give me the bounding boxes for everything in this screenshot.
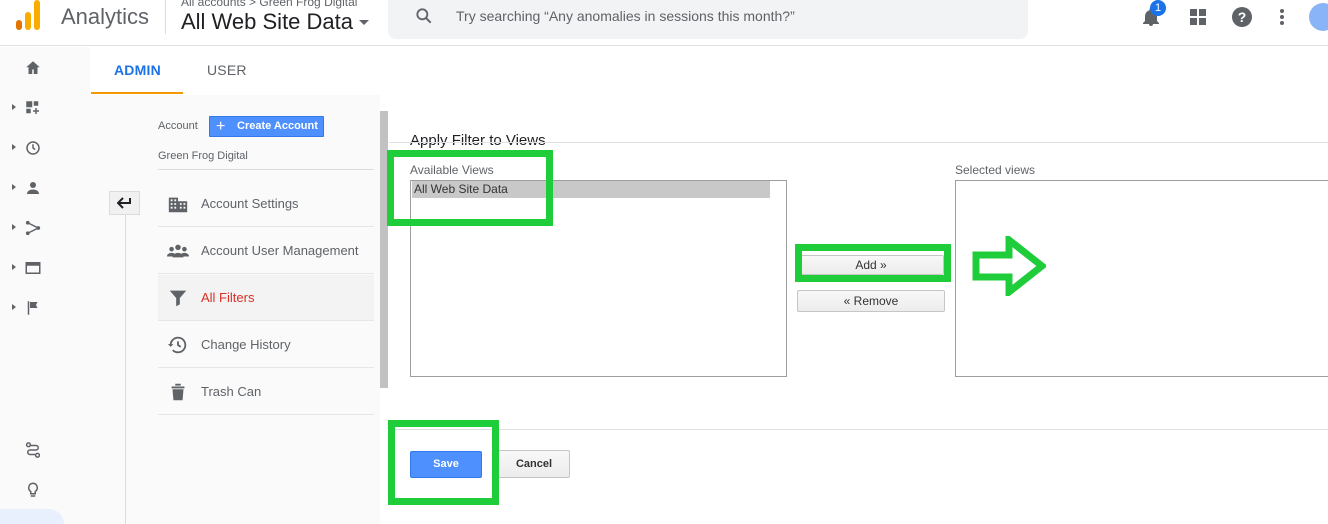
- menu-change-history[interactable]: Change History: [158, 322, 374, 368]
- menu-label: Trash Can: [201, 384, 262, 399]
- menu-account-settings[interactable]: Account Settings: [158, 181, 374, 227]
- right-arrow-icon: [972, 236, 1046, 296]
- nav-home[interactable]: [10, 53, 50, 83]
- analytics-logo-icon[interactable]: [16, 0, 42, 30]
- building-icon: [168, 197, 188, 213]
- selected-views-label: Selected views: [955, 163, 1036, 177]
- expand-arrow-icon: [12, 224, 16, 230]
- menu-label: All Filters: [201, 290, 255, 305]
- plus-icon: +: [216, 118, 226, 135]
- flag-icon: [27, 301, 38, 315]
- highlight-available-views: [387, 150, 553, 226]
- back-arrow-icon: [117, 197, 131, 209]
- nav-conversions[interactable]: [10, 293, 50, 323]
- nav-behavior[interactable]: [10, 253, 50, 283]
- acquisition-icon: [25, 220, 41, 236]
- app-title: Analytics: [61, 4, 150, 29]
- expand-arrow-icon: [12, 144, 16, 150]
- lightbulb-icon: [27, 482, 39, 497]
- nav-realtime[interactable]: [10, 133, 50, 163]
- active-tab-indicator: [91, 92, 183, 94]
- top-bar: Analytics All accounts > Green Frog Digi…: [0, 0, 1328, 46]
- home-icon: [26, 61, 40, 74]
- tab-admin[interactable]: ADMIN: [114, 62, 161, 78]
- more-vert-icon[interactable]: [1270, 5, 1294, 29]
- highlight-add-button: [795, 244, 951, 282]
- svg-text:?: ?: [1238, 9, 1247, 25]
- account-divider: [158, 169, 374, 170]
- menu-label: Account User Management: [201, 243, 359, 258]
- behavior-icon: [25, 262, 41, 274]
- actions-divider: [389, 429, 1328, 430]
- back-button[interactable]: [109, 191, 140, 215]
- search-icon: [416, 8, 432, 24]
- panel-title: Apply Filter to Views: [410, 132, 546, 149]
- cancel-button[interactable]: Cancel: [498, 450, 570, 478]
- breadcrumb[interactable]: All accounts > Green Frog Digital: [181, 0, 357, 9]
- menu-trash-can[interactable]: Trash Can: [158, 369, 374, 415]
- account-name: Green Frog Digital: [158, 150, 248, 162]
- nav-acquisition[interactable]: [10, 213, 50, 243]
- menu-label: Change History: [201, 337, 291, 352]
- person-icon: [27, 182, 39, 194]
- remove-button[interactable]: « Remove: [797, 290, 945, 312]
- help-icon[interactable]: ?: [1230, 5, 1254, 29]
- account-label: Account: [158, 120, 198, 132]
- highlight-save-button: [388, 420, 499, 505]
- expand-arrow-icon: [12, 304, 16, 310]
- column-divider: [125, 200, 126, 524]
- nav-attribution[interactable]: [10, 435, 50, 465]
- dashboard-icon: [26, 101, 39, 114]
- clock-icon: [26, 141, 40, 155]
- search-placeholder: Try searching “Any anomalies in sessions…: [456, 8, 795, 24]
- apps-grid-icon[interactable]: [1186, 5, 1210, 29]
- header-divider: [165, 0, 166, 34]
- notification-badge: 1: [1150, 0, 1166, 16]
- avatar[interactable]: [1309, 3, 1328, 31]
- nav-admin-active[interactable]: [0, 509, 64, 524]
- history-icon: [167, 336, 187, 354]
- caret-down-icon[interactable]: [359, 20, 369, 25]
- filter-icon: [169, 290, 187, 307]
- attribution-icon: [25, 442, 41, 458]
- panel-divider: [389, 142, 1328, 143]
- property-selector[interactable]: All Web Site Data: [181, 9, 353, 35]
- nav-audience[interactable]: [10, 173, 50, 203]
- menu-label: Account Settings: [201, 196, 299, 211]
- nav-customization[interactable]: [10, 93, 50, 123]
- menu-all-filters[interactable]: All Filters: [158, 275, 374, 321]
- expand-arrow-icon: [12, 264, 16, 270]
- expand-arrow-icon: [12, 104, 16, 110]
- people-icon: [167, 244, 189, 258]
- left-nav-rail: [0, 47, 90, 524]
- notifications-icon[interactable]: 1: [1139, 0, 1166, 29]
- trash-icon: [171, 383, 185, 401]
- search-bar[interactable]: Try searching “Any anomalies in sessions…: [388, 0, 1028, 39]
- create-account-label: Create Account: [237, 120, 318, 132]
- menu-account-user-management[interactable]: Account User Management: [158, 228, 374, 274]
- tab-user[interactable]: USER: [207, 62, 247, 78]
- expand-arrow-icon: [12, 184, 16, 190]
- nav-discover[interactable]: [10, 475, 50, 505]
- create-account-button[interactable]: + Create Account: [209, 116, 324, 137]
